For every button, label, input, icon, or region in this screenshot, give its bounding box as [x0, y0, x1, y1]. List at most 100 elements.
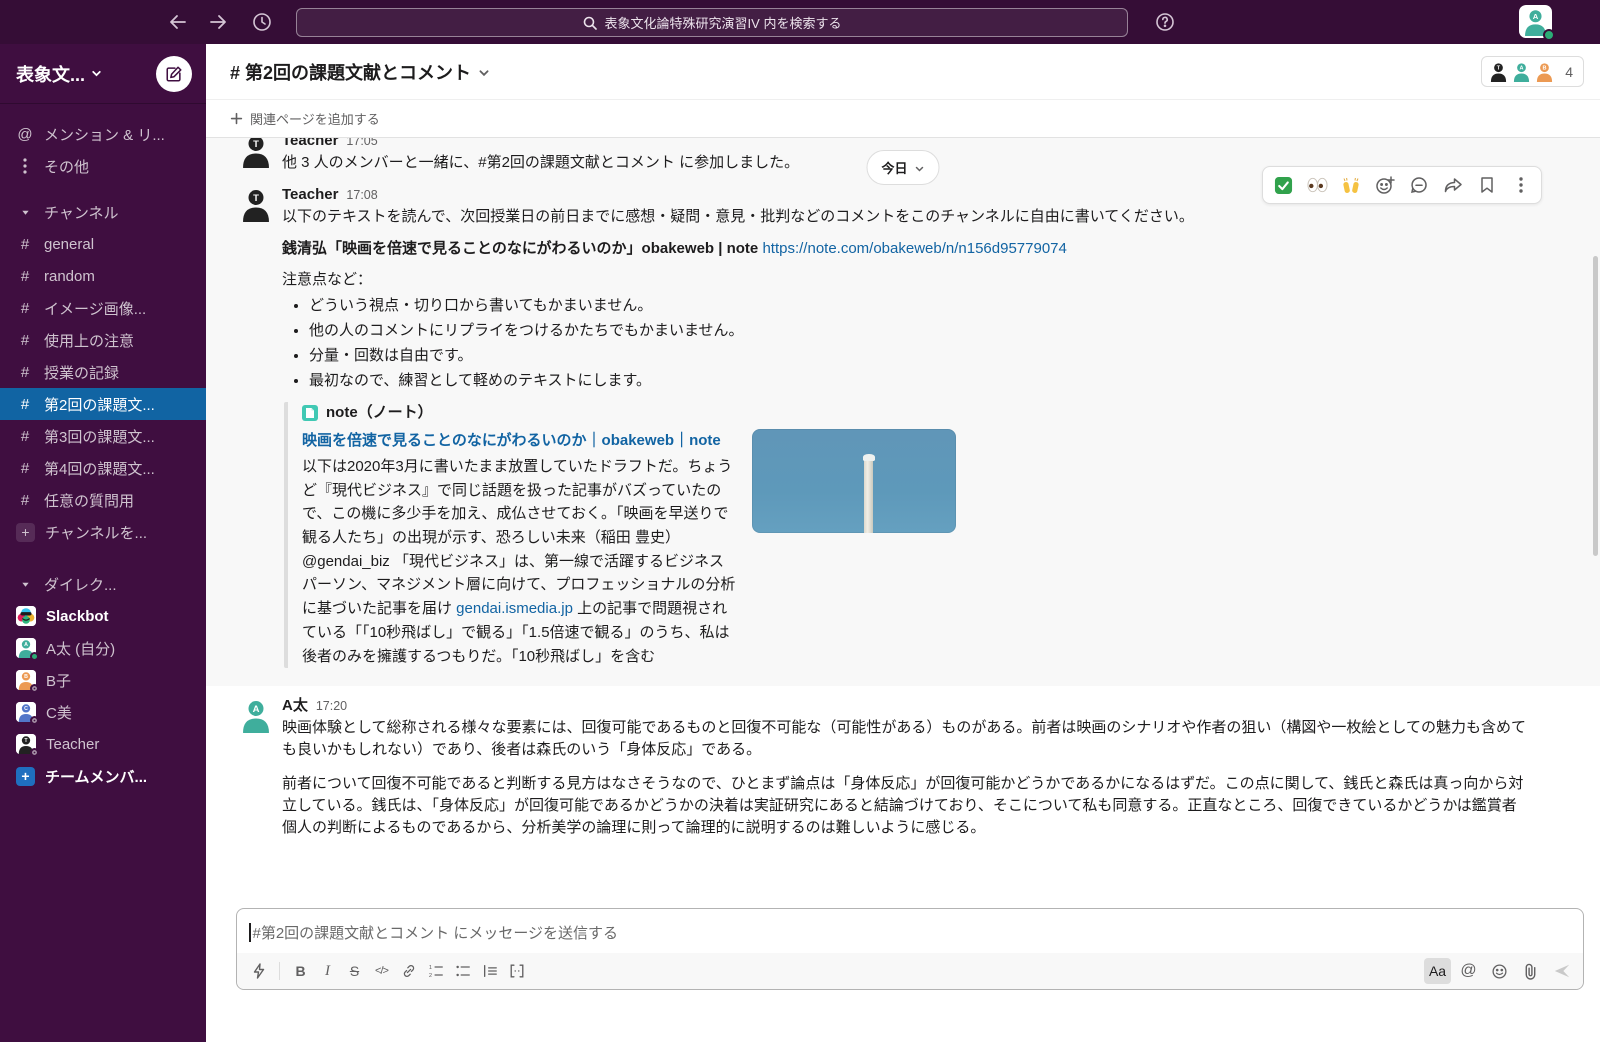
sidebar-channel-session3[interactable]: #第3回の課題文... — [0, 420, 206, 452]
add-reaction-button[interactable] — [1369, 170, 1401, 200]
dm-teacher[interactable]: T Teacher — [0, 728, 206, 760]
sidebar-channel-session4[interactable]: #第4回の課題文... — [0, 452, 206, 484]
bookmark-icon — [1479, 176, 1495, 194]
sidebar-channel-image[interactable]: #イメージ画像... — [0, 292, 206, 324]
message-author[interactable]: A太 — [282, 695, 308, 717]
blockquote-button[interactable] — [476, 958, 503, 984]
share-message-button[interactable] — [1437, 170, 1469, 200]
help-button[interactable] — [1153, 10, 1177, 34]
preview-title-link[interactable]: 映画を倍速で見ることのなにがわるいのか｜obakeweb｜note — [302, 429, 738, 452]
message-author[interactable]: Teacher — [282, 138, 338, 152]
preview-desc-text: 以下は2020年3月に書いたまま放置していたドラフトだ。ちょうど『現代ビジネス』… — [302, 458, 735, 617]
channel-name: random — [44, 268, 95, 285]
member-a-avatar: A — [1511, 61, 1532, 82]
message-input[interactable]: #第2回の課題文献とコメント にメッセージを送信する — [237, 909, 1583, 953]
shortcuts-button[interactable] — [245, 958, 272, 984]
code-block-button[interactable] — [503, 958, 530, 984]
back-button[interactable] — [166, 10, 190, 34]
new-message-button[interactable] — [156, 56, 192, 92]
plus-icon: + — [16, 767, 35, 786]
dm-bko[interactable]: B B子 — [0, 664, 206, 696]
sidebar-item-more[interactable]: その他 — [0, 150, 206, 182]
hide-formatting-button[interactable]: Aa — [1424, 958, 1451, 984]
dm-section-header[interactable]: ダイレク... — [0, 568, 206, 600]
channels-section-header[interactable]: チャンネル — [0, 196, 206, 228]
ata-paragraph-1: 映画体験として総称される様々な要素には、回復可能であるものと回復不可能な（可能性… — [282, 717, 1530, 761]
tower-cap-shape — [863, 454, 875, 461]
teacher-avatar[interactable]: T — [238, 138, 274, 168]
channel-members-button[interactable]: T A B 4 — [1481, 56, 1584, 87]
react-check-button[interactable] — [1267, 170, 1299, 200]
link-button[interactable] — [395, 958, 422, 984]
react-raised-hands-button[interactable] — [1335, 170, 1367, 200]
mention-button[interactable]: @ — [1455, 958, 1482, 984]
presence-offline-dot — [30, 716, 39, 725]
svg-text:B: B — [1543, 66, 1547, 72]
emoji-button[interactable] — [1486, 958, 1513, 984]
sidebar-channel-questions[interactable]: #任意の質問用 — [0, 484, 206, 516]
back-arrow-icon — [169, 14, 187, 30]
sidebar-channel-random[interactable]: #random — [0, 260, 206, 292]
sidebar-channel-usage-notes[interactable]: #使用上の注意 — [0, 324, 206, 356]
more-actions-button[interactable] — [1505, 170, 1537, 200]
save-message-button[interactable] — [1471, 170, 1503, 200]
invite-teammates-button[interactable]: + チームメンバ... — [0, 760, 206, 792]
history-button[interactable] — [250, 10, 274, 34]
sidebar-item-label: メンション & リ... — [44, 124, 165, 145]
thread-icon — [1409, 175, 1429, 195]
add-canvas-bar[interactable]: 関連ページを追加する — [206, 100, 1600, 138]
add-channel-button[interactable]: + チャンネルを... — [0, 516, 206, 548]
notes-heading: 注意点など： — [282, 269, 1530, 291]
sidebar-item-mentions[interactable]: @ メンション & リ... — [0, 118, 206, 150]
message-time[interactable]: 17:20 — [316, 697, 347, 715]
react-eyes-button[interactable] — [1301, 170, 1333, 200]
more-icon — [1519, 177, 1523, 193]
message-hover-toolbar — [1262, 166, 1542, 204]
teacher-avatar[interactable]: T — [238, 186, 274, 222]
send-button[interactable] — [1548, 958, 1575, 984]
sidebar-channel-session2-selected[interactable]: #第2回の課題文... — [0, 388, 206, 420]
ata-avatar[interactable]: A — [238, 697, 274, 733]
bullet-item: 分量・回数は自由です。 — [309, 345, 1530, 367]
italic-button[interactable]: I — [314, 958, 341, 984]
message-time[interactable]: 17:05 — [346, 138, 377, 150]
bullet-list-button[interactable] — [449, 958, 476, 984]
member-b-avatar: B — [1534, 61, 1555, 82]
reply-thread-button[interactable] — [1403, 170, 1435, 200]
sidebar-channel-class-records[interactable]: #授業の記録 — [0, 356, 206, 388]
add-canvas-label: 関連ページを追加する — [250, 109, 380, 128]
message-author[interactable]: Teacher — [282, 184, 338, 206]
attach-file-button[interactable] — [1517, 958, 1544, 984]
svg-text:2: 2 — [428, 973, 431, 979]
teacher-message: T Teacher 17:08 以下のテキストを読んで、次回授業日の前日までに感… — [206, 178, 1600, 686]
reference-url-link[interactable]: https://note.com/obakeweb/n/n156d9577907… — [762, 240, 1066, 257]
svg-text:B: B — [24, 674, 28, 680]
strikethrough-button[interactable]: S — [341, 958, 368, 984]
workspace-name: 表象文... — [16, 61, 85, 87]
dm-name: B子 — [46, 670, 71, 691]
user-avatar[interactable]: A — [1519, 5, 1552, 38]
scrollbar-thumb[interactable] — [1593, 256, 1598, 556]
text-caret — [249, 923, 251, 942]
search-input[interactable]: 表象文化論特殊研究演習IV 内を検索する — [296, 8, 1128, 37]
dm-cmi[interactable]: C C美 — [0, 696, 206, 728]
dm-slackbot[interactable]: Slackbot — [0, 600, 206, 632]
dm-ata-self[interactable]: A A太 (自分) — [0, 632, 206, 664]
date-divider-pill[interactable]: 今日 — [866, 150, 939, 185]
preview-inline-link[interactable]: gendai.ismedia.jp — [456, 600, 573, 617]
message-time[interactable]: 17:08 — [346, 186, 377, 204]
forward-arrow-icon — [209, 14, 227, 30]
ordered-list-button[interactable]: 12 — [422, 958, 449, 984]
forward-button[interactable] — [206, 10, 230, 34]
channel-title-button[interactable]: # 第2回の課題文献とコメント — [230, 59, 490, 85]
link-icon — [401, 963, 417, 979]
bold-button[interactable]: B — [287, 958, 314, 984]
preview-thumbnail-tower-image[interactable] — [752, 429, 956, 533]
hash-icon: # — [16, 332, 34, 349]
svg-text:A: A — [24, 642, 28, 648]
sidebar-channel-general[interactable]: #general — [0, 228, 206, 260]
workspace-switcher[interactable]: 表象文... — [16, 61, 102, 87]
share-icon — [1443, 175, 1463, 195]
eyes-emoji-icon — [1307, 177, 1328, 193]
inline-code-button[interactable]: </> — [368, 958, 395, 984]
